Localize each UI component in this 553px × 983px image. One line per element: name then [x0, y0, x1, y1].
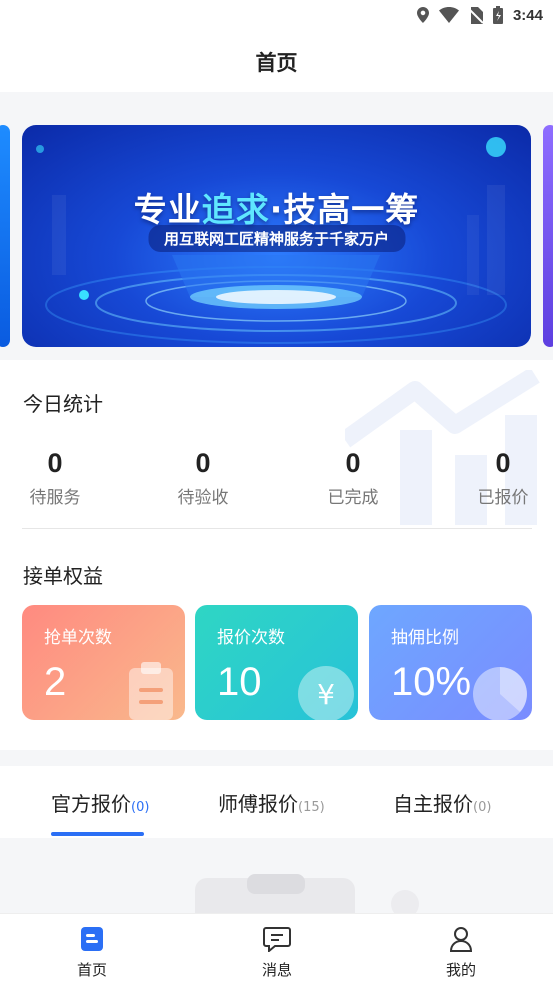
- quote-tabs: 官方报价(0) 师傅报价(15) 自主报价(0): [0, 766, 553, 838]
- empty-clipboard-icon: [195, 874, 419, 913]
- tab-self-quote[interactable]: 自主报价(0): [393, 788, 491, 817]
- nav-label: 首页: [76, 961, 107, 979]
- stat-pending-acceptance[interactable]: 0 待验收: [148, 448, 258, 508]
- stat-value: 0: [47, 448, 63, 478]
- stat-pending-service[interactable]: 0 待服务: [0, 448, 110, 508]
- tab-count: (0): [473, 800, 492, 815]
- benefit-value: 10%: [391, 660, 472, 704]
- banner-subtitle: 用互联网工匠精神服务于千家万户: [147, 225, 406, 252]
- divider: [22, 528, 532, 529]
- stat-value: 0: [195, 448, 211, 478]
- tab-master-quote[interactable]: 师傅报价(15): [218, 788, 325, 817]
- benefit-card-quote-count[interactable]: 报价次数 10 ¥: [195, 605, 358, 720]
- empty-state-area: [0, 838, 553, 913]
- clipboard-icon: [129, 662, 173, 720]
- page-title: 首页: [255, 51, 298, 75]
- tab-label: 官方报价: [51, 792, 131, 816]
- wifi-icon: [438, 7, 459, 23]
- benefits-title: 接单权益: [23, 564, 103, 588]
- banner-title-part2: ·技高一筹: [269, 190, 420, 229]
- nav-label: 我的: [445, 961, 476, 979]
- stat-quoted[interactable]: 0 已报价: [448, 448, 553, 508]
- yen-coin-icon: ¥: [298, 666, 354, 720]
- banner-title-part1: 专业: [133, 190, 202, 229]
- stat-completed[interactable]: 0 已完成: [298, 448, 408, 508]
- benefit-value: 10: [217, 660, 262, 704]
- benefit-card-commission-rate[interactable]: 抽佣比例 10%: [369, 605, 532, 720]
- tab-count: (15): [298, 800, 325, 815]
- benefit-value: 2: [44, 660, 67, 704]
- home-doc-icon: [81, 927, 103, 951]
- tab-official-quote[interactable]: 官方报价(0): [51, 788, 149, 817]
- banner-title: 专业追求·技高一筹: [22, 183, 531, 231]
- banner-next-slide[interactable]: [543, 125, 553, 347]
- location-icon: [416, 7, 429, 23]
- benefit-card-grab-count[interactable]: 抢单次数 2: [22, 605, 185, 720]
- nav-label: 消息: [261, 961, 292, 979]
- tab-active-indicator: [51, 832, 144, 836]
- status-time: 3:44: [512, 6, 543, 24]
- banner-slide[interactable]: 专业追求·技高一筹 用互联网工匠精神服务于千家万户: [22, 125, 531, 347]
- tab-count: (0): [131, 800, 150, 815]
- banner-title-highlight: 追求: [201, 190, 270, 229]
- banner-carousel[interactable]: 专业追求·技高一筹 用互联网工匠精神服务于千家万户: [0, 92, 553, 360]
- user-icon: [449, 927, 473, 952]
- stat-value: 0: [345, 448, 361, 478]
- tab-label: 师傅报价: [218, 792, 298, 816]
- benefit-label: 抽佣比例: [391, 628, 459, 648]
- bottom-nav: 首页 消息 我的: [0, 913, 553, 983]
- pie-chart-icon: [473, 667, 527, 720]
- page-header: 首页: [0, 32, 553, 92]
- nav-item-home[interactable]: 首页: [42, 926, 142, 980]
- nav-item-profile[interactable]: 我的: [411, 926, 511, 980]
- battery-icon: [492, 6, 503, 24]
- benefit-label: 抢单次数: [44, 628, 112, 648]
- nav-item-messages[interactable]: 消息: [227, 926, 327, 980]
- stat-label: 待验收: [177, 488, 229, 508]
- stat-label: 已报价: [477, 488, 529, 508]
- stat-label: 已完成: [327, 488, 379, 508]
- stat-label: 待服务: [29, 488, 81, 508]
- tab-label: 自主报价: [393, 792, 473, 816]
- status-bar: 3:44: [0, 0, 553, 32]
- message-icon: [263, 927, 291, 954]
- stats-card: 今日统计 0 待服务 0 待验收 0 已完成 0 已报价 接单权益 抢单次数 2…: [0, 360, 553, 750]
- stat-value: 0: [495, 448, 511, 478]
- benefit-label: 报价次数: [217, 628, 285, 648]
- banner-prev-slide[interactable]: [0, 125, 10, 347]
- svg-text:¥: ¥: [317, 678, 335, 711]
- no-sim-icon: [468, 6, 483, 24]
- today-stats-title: 今日统计: [23, 392, 103, 416]
